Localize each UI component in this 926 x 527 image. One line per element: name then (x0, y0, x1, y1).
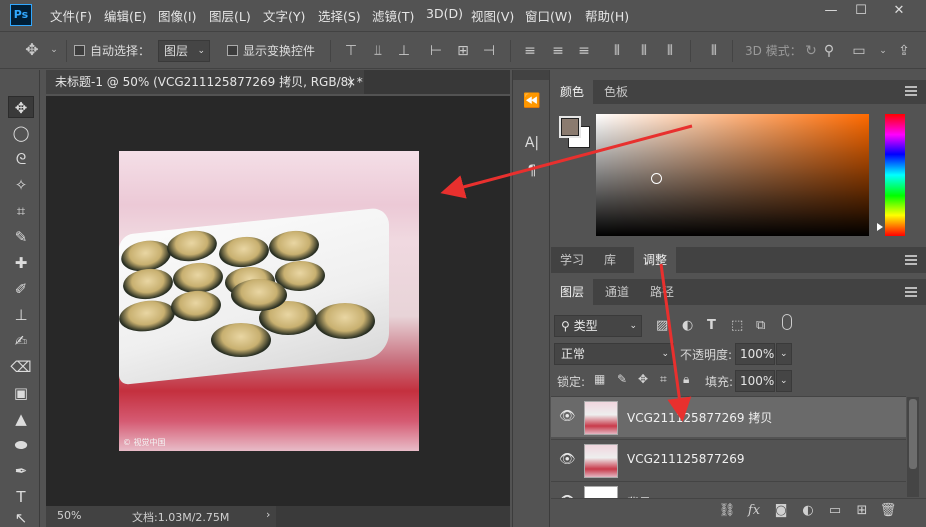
annotation-arrow (440, 124, 693, 199)
annotation-arrow (659, 263, 692, 422)
annotation-overlay (440, 124, 693, 422)
